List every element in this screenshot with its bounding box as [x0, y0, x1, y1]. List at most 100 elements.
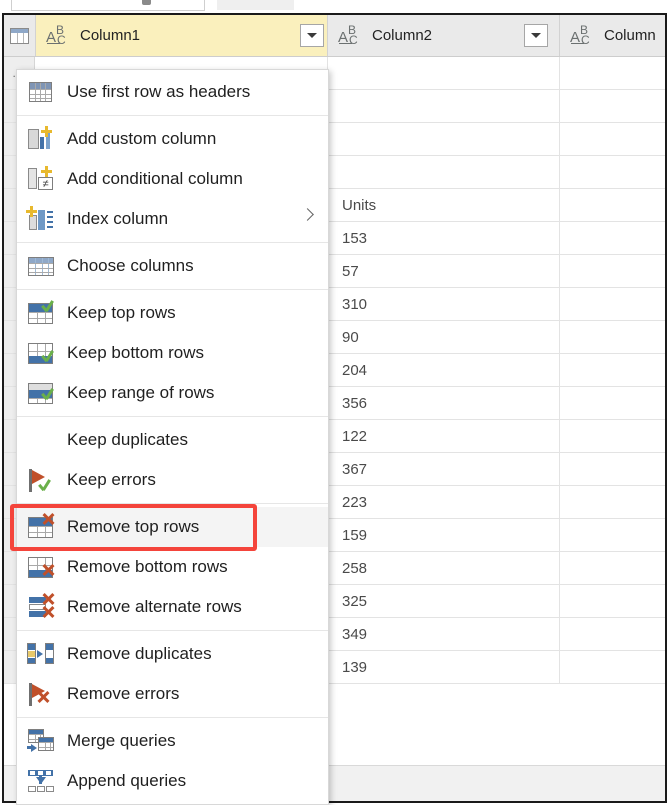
- table-cell[interactable]: [560, 453, 665, 485]
- table-cell[interactable]: [560, 222, 665, 254]
- menu-item-label: Keep bottom rows: [67, 343, 205, 362]
- merge-queries-icon: [25, 726, 59, 756]
- column1-filter-button[interactable]: [300, 24, 324, 47]
- table-cell[interactable]: [560, 519, 665, 551]
- table-cell[interactable]: [560, 486, 665, 518]
- index-column-icon: [25, 204, 59, 234]
- toolbar-button-remnant: [217, 0, 294, 10]
- table-cell[interactable]: 223: [328, 486, 560, 518]
- table-cell[interactable]: [560, 585, 665, 617]
- table-cell[interactable]: 258: [328, 552, 560, 584]
- menu-separator: [17, 630, 328, 631]
- menu-item-remove-duplicates[interactable]: Remove duplicates: [17, 634, 328, 674]
- menu-item-keep-duplicates[interactable]: Keep duplicates: [17, 420, 328, 460]
- menu-item-label: Add conditional column: [67, 169, 243, 188]
- column-header-column1[interactable]: ABC Column1: [36, 15, 328, 56]
- table-cell[interactable]: [328, 57, 560, 89]
- menu-item-label: Add custom column: [67, 129, 217, 148]
- menu-item-keep-range-of-rows[interactable]: Keep range of rows: [17, 373, 328, 413]
- table-cell[interactable]: 367: [328, 453, 560, 485]
- add-custom-column-icon: [25, 124, 59, 154]
- table-cell[interactable]: [560, 354, 665, 386]
- menu-item-keep-errors[interactable]: Keep errors: [17, 460, 328, 500]
- table-cell[interactable]: [328, 90, 560, 122]
- menu-item-remove-errors[interactable]: Remove errors: [17, 674, 328, 714]
- table-cell[interactable]: 139: [328, 651, 560, 683]
- column-header-label: Column: [604, 27, 656, 44]
- menu-item-label: Append queries: [67, 771, 187, 790]
- column-header-column2[interactable]: ABC Column2: [328, 15, 560, 56]
- menu-item-keep-bottom-rows[interactable]: Keep bottom rows: [17, 333, 328, 373]
- column-header-column3[interactable]: ABC Column: [560, 15, 665, 56]
- formula-bar-remnant: [11, 0, 205, 11]
- table-cell[interactable]: 159: [328, 519, 560, 551]
- editor-frame: ABC Column1 ABC Column2 ABC Column Units…: [2, 13, 667, 805]
- table-cell[interactable]: 356: [328, 387, 560, 419]
- menu-item-label: Remove duplicates: [67, 644, 212, 663]
- menu-item-keep-top-rows[interactable]: Keep top rows: [17, 293, 328, 333]
- keep-bottom-rows-icon: [25, 338, 59, 368]
- menu-item-label: Merge queries: [67, 731, 176, 750]
- table-cell[interactable]: [560, 651, 665, 683]
- table-cell[interactable]: [560, 618, 665, 650]
- table-cell[interactable]: 122: [328, 420, 560, 452]
- remove-bottom-rows-icon: [25, 552, 59, 582]
- table-cell[interactable]: 204: [328, 354, 560, 386]
- menu-item-add-custom-column[interactable]: Add custom column: [17, 119, 328, 159]
- remove-duplicates-icon: [25, 639, 59, 669]
- table-icon: [10, 27, 29, 44]
- column-header-band: ABC Column1 ABC Column2 ABC Column: [4, 15, 665, 57]
- table-cell[interactable]: [560, 123, 665, 155]
- menu-item-remove-top-rows[interactable]: Remove top rows: [10, 504, 328, 551]
- keep-top-rows-icon: [25, 298, 59, 328]
- no-icon: [25, 425, 59, 455]
- menu-item-remove-alternate-rows[interactable]: Remove alternate rows: [17, 587, 328, 627]
- table-cell[interactable]: 349: [328, 618, 560, 650]
- column2-filter-button[interactable]: [524, 24, 548, 47]
- menu-item-add-conditional-column[interactable]: ≠ Add conditional column: [17, 159, 328, 199]
- abc-text-type-icon: ABC: [570, 22, 590, 47]
- table-cell[interactable]: [560, 552, 665, 584]
- table-cell[interactable]: [560, 57, 665, 89]
- menu-item-label: Keep range of rows: [67, 383, 215, 402]
- table-cell[interactable]: [560, 90, 665, 122]
- menu-item-merge-queries[interactable]: Merge queries: [17, 721, 328, 761]
- abc-text-type-icon: ABC: [338, 22, 358, 47]
- add-conditional-column-icon: ≠: [25, 164, 59, 194]
- menu-item-index-column[interactable]: Index column: [17, 199, 328, 239]
- table-cell[interactable]: [560, 387, 665, 419]
- menu-item-append-queries[interactable]: Append queries: [17, 761, 328, 801]
- keep-errors-icon: [25, 465, 59, 495]
- choose-columns-icon: [25, 251, 59, 281]
- menu-item-label: Keep top rows: [67, 303, 176, 322]
- table-cell[interactable]: Units: [328, 189, 560, 221]
- transform-context-menu[interactable]: Use first row as headers Add custom colum…: [10, 69, 329, 805]
- menu-item-label: Use first row as headers: [67, 82, 251, 101]
- table-cell[interactable]: [560, 189, 665, 221]
- menu-item-label: Remove top rows: [67, 517, 200, 536]
- table-cell[interactable]: 90: [328, 321, 560, 353]
- formula-bar-handle: [142, 0, 151, 5]
- table-cell[interactable]: [560, 156, 665, 188]
- table-cell[interactable]: [560, 321, 665, 353]
- table-cell[interactable]: [560, 288, 665, 320]
- menu-item-use-first-row-as-headers[interactable]: Use first row as headers: [17, 72, 328, 112]
- abc-text-type-icon: ABC: [46, 22, 66, 47]
- menu-separator: [17, 242, 328, 243]
- menu-item-choose-columns[interactable]: Choose columns: [17, 246, 328, 286]
- menu-item-label: Remove errors: [67, 684, 180, 703]
- remove-top-rows-icon: [25, 512, 59, 542]
- menu-item-label: Keep errors: [67, 470, 156, 489]
- table-cell[interactable]: [328, 123, 560, 155]
- table-cell[interactable]: 57: [328, 255, 560, 287]
- table-cell[interactable]: [328, 156, 560, 188]
- table-cell[interactable]: 153: [328, 222, 560, 254]
- table-cell[interactable]: [560, 420, 665, 452]
- menu-separator: [17, 503, 328, 504]
- table-cell[interactable]: 310: [328, 288, 560, 320]
- menu-item-remove-bottom-rows[interactable]: Remove bottom rows: [17, 547, 328, 587]
- table-cell[interactable]: [560, 255, 665, 287]
- remove-alternate-rows-icon: [25, 592, 59, 622]
- table-select-all-button[interactable]: [4, 15, 36, 56]
- table-cell[interactable]: 325: [328, 585, 560, 617]
